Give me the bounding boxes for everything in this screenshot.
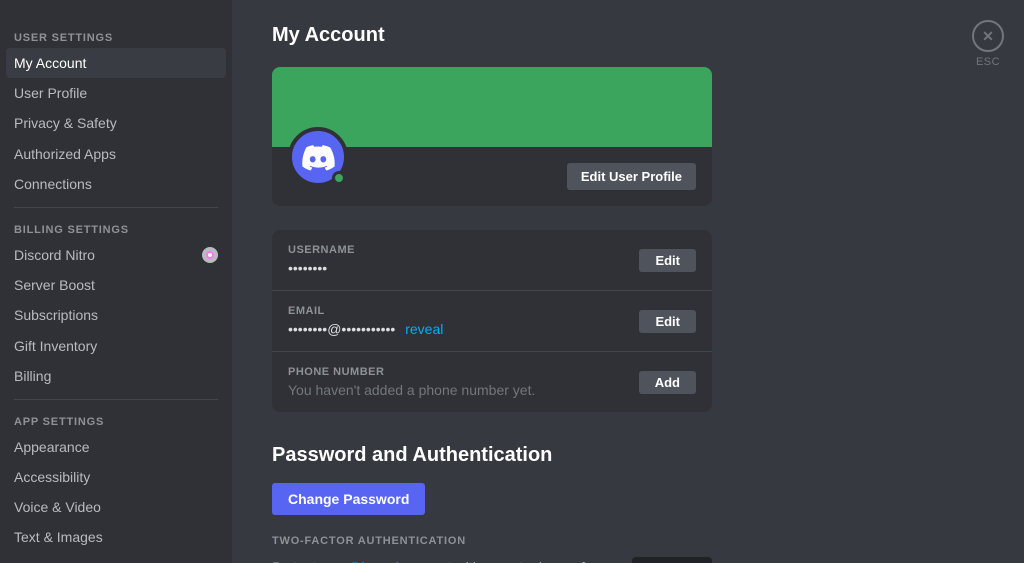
sidebar-item-voice-video[interactable]: Voice & Video <box>6 492 226 522</box>
esc-button[interactable]: ✕ ESC <box>972 20 1004 68</box>
sidebar-item-label: Notifications <box>14 559 90 563</box>
main-content: My Account Edit User Profile USERNAME ••… <box>232 0 1024 563</box>
edit-profile-button[interactable]: Edit User Profile <box>567 163 696 190</box>
tfa-label: TWO-FACTOR AUTHENTICATION <box>272 535 712 547</box>
sidebar-item-label: Server Boost <box>14 276 95 294</box>
email-edit-button[interactable]: Edit <box>639 310 696 333</box>
sidebar-item-label: Connections <box>14 175 92 193</box>
phone-row: PHONE NUMBER You haven't added a phone n… <box>272 352 712 412</box>
password-auth-section: Password and Authentication Change Passw… <box>272 444 984 563</box>
avatar-status-indicator <box>332 171 346 185</box>
sidebar-item-label: Subscriptions <box>14 306 98 324</box>
sidebar-item-authorized-apps[interactable]: Authorized Apps <box>6 139 226 169</box>
sidebar-item-discord-nitro[interactable]: Discord Nitro <box>6 240 226 270</box>
phone-label: PHONE NUMBER <box>288 366 535 378</box>
profile-card: Edit User Profile <box>272 67 712 206</box>
nitro-badge-icon <box>202 247 218 263</box>
tfa-discord-link[interactable]: Discord <box>351 559 398 563</box>
sidebar-item-label: Voice & Video <box>14 498 101 516</box>
sidebar-item-label: Accessibility <box>14 468 90 486</box>
sidebar: USER SETTINGS My Account User Profile Pr… <box>0 0 232 563</box>
password-section-title: Password and Authentication <box>272 444 984 467</box>
sidebar-divider-1 <box>14 207 218 208</box>
reveal-email-link[interactable]: reveal <box>405 321 443 337</box>
sidebar-item-label: Privacy & Safety <box>14 114 117 132</box>
sidebar-item-accessibility[interactable]: Accessibility <box>6 462 226 492</box>
sidebar-item-label: My Account <box>14 54 86 72</box>
user-settings-label: USER SETTINGS <box>6 24 226 48</box>
email-hidden-text: ••••••••@••••••••••• <box>288 321 395 337</box>
sidebar-item-gift-inventory[interactable]: Gift Inventory <box>6 331 226 361</box>
phone-value: You haven't added a phone number yet. <box>288 382 535 398</box>
account-info-section: USERNAME •••••••• Edit EMAIL ••••••••@••… <box>272 230 712 412</box>
tfa-section: TWO-FACTOR AUTHENTICATION Protect your D… <box>272 535 712 563</box>
sidebar-item-notifications[interactable]: Notifications <box>6 553 226 563</box>
username-value: •••••••• <box>288 260 355 276</box>
page-title: My Account <box>272 24 984 47</box>
username-edit-button[interactable]: Edit <box>639 249 696 272</box>
sidebar-item-subscriptions[interactable]: Subscriptions <box>6 300 226 330</box>
sidebar-item-user-profile[interactable]: User Profile <box>6 78 226 108</box>
tfa-description: Protect your Discord account with an ext… <box>272 557 616 563</box>
sidebar-item-appearance[interactable]: Appearance <box>6 432 226 462</box>
sidebar-item-label: Authorized Apps <box>14 145 116 163</box>
email-row: EMAIL ••••••••@••••••••••• reveal Edit <box>272 291 712 352</box>
email-value: ••••••••@••••••••••• reveal <box>288 321 443 337</box>
sidebar-item-text-images[interactable]: Text & Images <box>6 522 226 552</box>
username-info: USERNAME •••••••• <box>288 244 355 276</box>
change-password-button[interactable]: Change Password <box>272 483 425 515</box>
sidebar-item-my-account[interactable]: My Account <box>6 48 226 78</box>
sidebar-item-label: Appearance <box>14 438 90 456</box>
app-settings-label: APP SETTINGS <box>6 408 226 432</box>
sidebar-item-label: Gift Inventory <box>14 337 97 355</box>
sidebar-item-label: Text & Images <box>14 528 103 546</box>
avatar-wrapper <box>288 127 348 187</box>
phone-info: PHONE NUMBER You haven't added a phone n… <box>288 366 535 398</box>
sidebar-item-connections[interactable]: Connections <box>6 169 226 199</box>
email-info: EMAIL ••••••••@••••••••••• reveal <box>288 305 443 337</box>
esc-circle-icon: ✕ <box>972 20 1004 52</box>
sidebar-item-label: Discord Nitro <box>14 246 95 264</box>
profile-header: Edit User Profile <box>272 147 712 206</box>
username-row: USERNAME •••••••• Edit <box>272 230 712 291</box>
sidebar-item-privacy-safety[interactable]: Privacy & Safety <box>6 108 226 138</box>
sidebar-item-label: User Profile <box>14 84 87 102</box>
email-label: EMAIL <box>288 305 443 317</box>
billing-settings-label: BILLING SETTINGS <box>6 216 226 240</box>
tfa-body: Protect your Discord account with an ext… <box>272 557 712 563</box>
tfa-illustration <box>632 557 712 563</box>
sidebar-divider-2 <box>14 399 218 400</box>
username-label: USERNAME <box>288 244 355 256</box>
sidebar-item-server-boost[interactable]: Server Boost <box>6 270 226 300</box>
sidebar-item-billing[interactable]: Billing <box>6 361 226 391</box>
sidebar-item-label: Billing <box>14 367 51 385</box>
esc-label: ESC <box>976 56 1000 68</box>
phone-add-button[interactable]: Add <box>639 371 696 394</box>
